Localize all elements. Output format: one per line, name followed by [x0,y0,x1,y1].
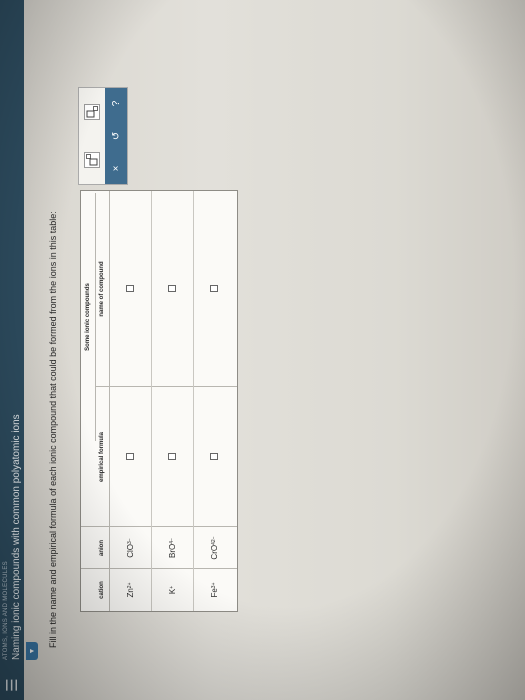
anion-cell: CrO 4 2− [209,536,219,560]
cation-cell: Zn 2+ [125,582,135,598]
answer-tools-panel: × ↺ ? [78,87,128,185]
ionic-compounds-table: Some ionic compounds cation anion empiri… [80,190,238,612]
column-header-anion: anion [95,527,110,569]
lesson-title: Naming ionic compounds with common polya… [11,414,22,660]
chevron-down-icon[interactable]: ▼ [26,642,38,660]
column-header-cation: cation [95,569,110,611]
empirical-formula-cell [193,387,235,527]
undo-button[interactable]: ↺ [111,132,122,140]
table-group-header: Some ionic compounds [81,193,96,441]
course-breadcrumb: ATOMS, IONS AND MOLECULES [3,561,9,660]
compound-name-cell [193,191,235,387]
top-bar: ☰ ATOMS, IONS AND MOLECULES Naming ionic… [0,0,24,700]
compound-name-input[interactable] [168,285,176,293]
empirical-formula-input[interactable] [210,453,218,461]
compound-name-cell [109,191,151,387]
menu-icon[interactable]: ☰ [2,674,22,696]
cation-cell: K + [167,585,177,595]
anion-cell: BrO 4− [167,538,177,558]
help-button[interactable]: ? [111,101,122,107]
clear-button[interactable]: × [111,165,122,171]
empirical-formula-cell [151,387,193,527]
subscript-box-icon[interactable] [84,104,100,120]
empirical-formula-cell [109,387,151,527]
empirical-formula-input[interactable] [126,453,134,461]
compound-name-input[interactable] [210,285,218,293]
cation-cell: Fe 3+ [209,582,219,598]
superscript-box-icon[interactable] [84,152,100,168]
question-instructions: Fill in the name and empirical formula o… [48,211,58,648]
anion-cell: ClO 3− [125,538,135,558]
column-header-empirical-formula: empirical formula [95,387,110,527]
compound-name-cell [151,191,193,387]
column-header-name: name of compound [95,191,110,387]
empirical-formula-input[interactable] [168,453,176,461]
compound-name-input[interactable] [126,285,134,293]
app-window: ☰ ATOMS, IONS AND MOLECULES Naming ionic… [0,0,525,700]
